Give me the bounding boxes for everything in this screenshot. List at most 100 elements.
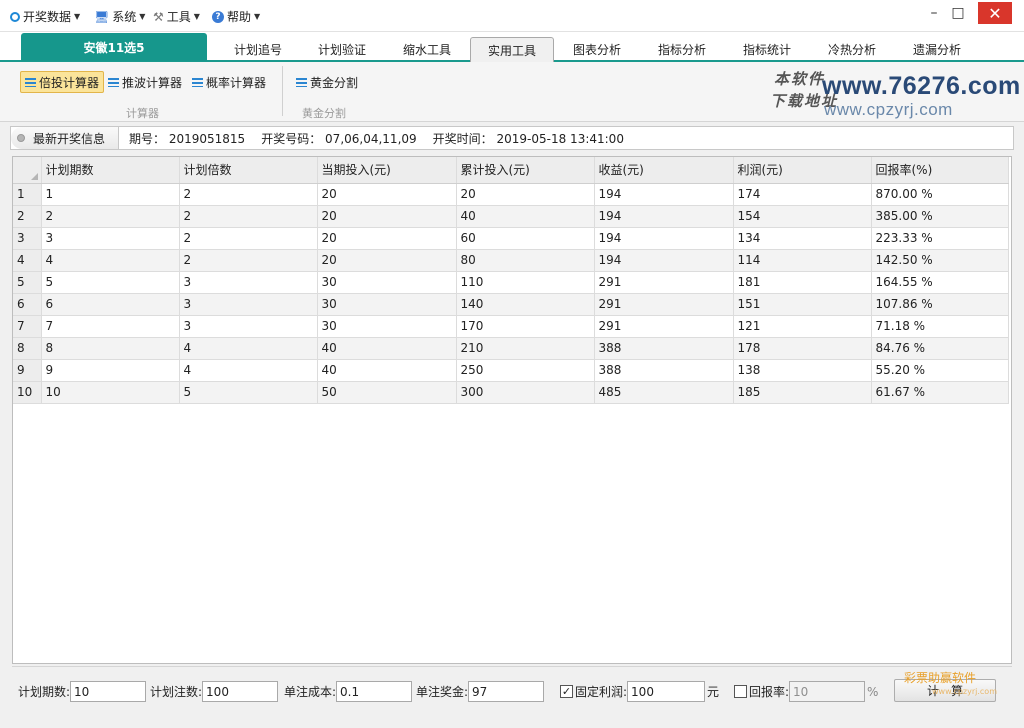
table-cell[interactable]: 210: [456, 337, 595, 360]
row-number[interactable]: 2: [13, 205, 42, 228]
table-row[interactable]: 3 3 2 20 60 194 134 223.33 %: [13, 227, 1009, 250]
table-cell[interactable]: 9: [41, 359, 180, 382]
table-cell[interactable]: 2: [41, 205, 180, 228]
row-number[interactable]: 10: [13, 381, 42, 404]
fixed-profit-input[interactable]: 100: [627, 681, 706, 702]
bets-input[interactable]: 100: [202, 681, 279, 702]
row-number[interactable]: 4: [13, 249, 42, 272]
table-cell[interactable]: 7: [41, 315, 180, 338]
menu-lottery-data[interactable]: 开奖数据 ▼: [10, 8, 80, 25]
table-cell[interactable]: 164.55 %: [871, 271, 1009, 294]
tab-plan-chase[interactable]: 计划追号: [216, 37, 300, 62]
table-cell[interactable]: 388: [594, 337, 734, 360]
tab-hot-cold-analysis[interactable]: 冷热分析: [810, 37, 894, 62]
table-cell[interactable]: 3: [179, 271, 318, 294]
table-row[interactable]: 4 4 2 20 80 194 114 142.50 %: [13, 249, 1009, 272]
table-cell[interactable]: 140: [456, 293, 595, 316]
golden-ratio-button[interactable]: 黄金分割: [292, 71, 362, 93]
table-cell[interactable]: 134: [733, 227, 872, 250]
table-cell[interactable]: 10: [41, 381, 180, 404]
table-cell[interactable]: 181: [733, 271, 872, 294]
table-cell[interactable]: 2: [179, 183, 318, 206]
table-cell[interactable]: 8: [41, 337, 180, 360]
row-number[interactable]: 6: [13, 293, 42, 316]
table-cell[interactable]: 174: [733, 183, 872, 206]
table-cell[interactable]: 121: [733, 315, 872, 338]
table-cell[interactable]: 30: [317, 315, 457, 338]
table-cell[interactable]: 71.18 %: [871, 315, 1009, 338]
table-cell[interactable]: 4: [179, 359, 318, 382]
return-rate-input[interactable]: 10: [789, 681, 866, 702]
table-cell[interactable]: 194: [594, 205, 734, 228]
table-cell[interactable]: 40: [317, 337, 457, 360]
table-cell[interactable]: 20: [317, 249, 457, 272]
table-cell[interactable]: 5: [41, 271, 180, 294]
maximize-button[interactable]: □: [944, 4, 972, 22]
lottery-selector-tab[interactable]: 安徽11选5: [21, 33, 207, 61]
tab-shrink-tools[interactable]: 缩水工具: [384, 37, 470, 62]
menu-tools[interactable]: ⚒ 工具 ▼: [153, 8, 200, 25]
table-row[interactable]: 5 5 3 30 110 291 181 164.55 %: [13, 271, 1009, 294]
probability-calculator-button[interactable]: 概率计算器: [188, 71, 270, 93]
periods-input[interactable]: 10: [70, 681, 147, 702]
column-header[interactable]: 计划期数: [41, 157, 180, 184]
table-cell[interactable]: 194: [594, 227, 734, 250]
row-number[interactable]: 5: [13, 271, 42, 294]
table-cell[interactable]: 223.33 %: [871, 227, 1009, 250]
table-cell[interactable]: 20: [317, 183, 457, 206]
table-cell[interactable]: 291: [594, 315, 734, 338]
table-cell[interactable]: 1: [41, 183, 180, 206]
table-cell[interactable]: 110: [456, 271, 595, 294]
table-cell[interactable]: 194: [594, 249, 734, 272]
menu-help[interactable]: ? 帮助 ▼: [212, 8, 260, 25]
table-cell[interactable]: 20: [456, 183, 595, 206]
select-all-corner[interactable]: [13, 157, 42, 184]
table-row[interactable]: 2 2 2 20 40 194 154 385.00 %: [13, 205, 1009, 228]
table-cell[interactable]: 30: [317, 293, 457, 316]
table-cell[interactable]: 60: [456, 227, 595, 250]
row-number[interactable]: 1: [13, 183, 42, 206]
latest-draw-button[interactable]: 最新开奖信息: [11, 127, 119, 149]
tab-indicator-analysis[interactable]: 指标分析: [640, 37, 724, 62]
multiplier-calculator-button[interactable]: 倍投计算器: [20, 71, 105, 93]
prize-input[interactable]: 97: [468, 681, 545, 702]
tab-indicator-stats[interactable]: 指标统计: [725, 37, 809, 62]
table-cell[interactable]: 300: [456, 381, 595, 404]
table-cell[interactable]: 2: [179, 249, 318, 272]
table-cell[interactable]: 5: [179, 381, 318, 404]
column-header[interactable]: 当期投入(元): [317, 157, 457, 184]
table-cell[interactable]: 170: [456, 315, 595, 338]
menu-system[interactable]: 🖥 系统 ▼: [94, 8, 145, 25]
table-cell[interactable]: 485: [594, 381, 734, 404]
table-cell[interactable]: 50: [317, 381, 457, 404]
table-row[interactable]: 10 10 5 50 300 485 185 61.67 %: [13, 381, 1009, 404]
tab-omission-analysis[interactable]: 遗漏分析: [895, 37, 979, 62]
close-button[interactable]: ✕: [978, 2, 1012, 24]
table-cell[interactable]: 4: [41, 249, 180, 272]
table-cell[interactable]: 388: [594, 359, 734, 382]
table-cell[interactable]: 3: [179, 315, 318, 338]
table-cell[interactable]: 250: [456, 359, 595, 382]
table-cell[interactable]: 40: [456, 205, 595, 228]
cost-input[interactable]: 0.1: [336, 681, 413, 702]
table-cell[interactable]: 870.00 %: [871, 183, 1009, 206]
table-cell[interactable]: 178: [733, 337, 872, 360]
table-cell[interactable]: 20: [317, 227, 457, 250]
table-cell[interactable]: 61.67 %: [871, 381, 1009, 404]
table-cell[interactable]: 30: [317, 271, 457, 294]
column-header[interactable]: 利润(元): [733, 157, 872, 184]
table-cell[interactable]: 154: [733, 205, 872, 228]
table-cell[interactable]: 2: [179, 227, 318, 250]
table-cell[interactable]: 6: [41, 293, 180, 316]
tab-utilities[interactable]: 实用工具: [470, 37, 554, 62]
tab-chart-analysis[interactable]: 图表分析: [555, 37, 639, 62]
table-row[interactable]: 1 1 2 20 20 194 174 870.00 %: [13, 183, 1009, 206]
column-header[interactable]: 计划倍数: [179, 157, 318, 184]
table-cell[interactable]: 107.86 %: [871, 293, 1009, 316]
table-row[interactable]: 7 7 3 30 170 291 121 71.18 %: [13, 315, 1009, 338]
fixed-profit-checkbox[interactable]: ✓: [560, 685, 573, 698]
row-number[interactable]: 3: [13, 227, 42, 250]
table-cell[interactable]: 114: [733, 249, 872, 272]
table-cell[interactable]: 142.50 %: [871, 249, 1009, 272]
table-cell[interactable]: 291: [594, 293, 734, 316]
